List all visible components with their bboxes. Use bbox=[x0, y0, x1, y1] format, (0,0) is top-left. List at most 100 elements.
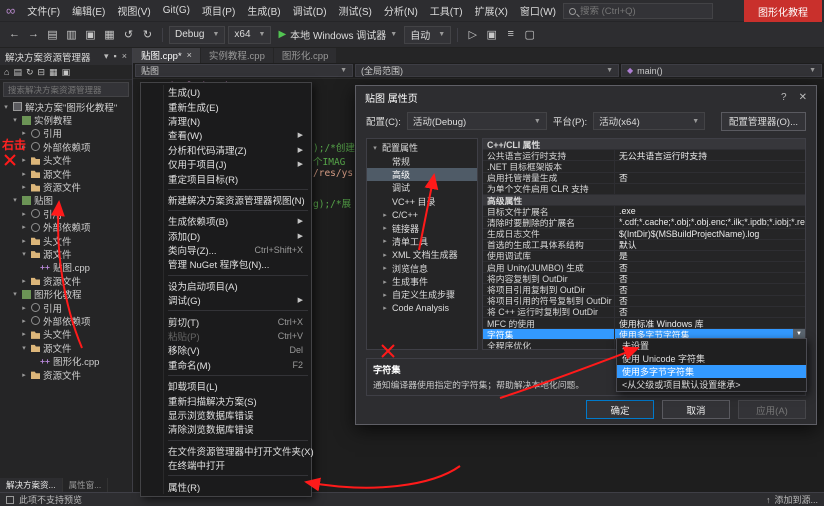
close-icon[interactable]: ✕ bbox=[799, 92, 807, 103]
context-menu-item[interactable]: 显示浏览数据库错误 bbox=[141, 408, 311, 422]
editor-tab[interactable]: 贴图.cpp* × bbox=[133, 46, 200, 63]
tree-arrow-icon[interactable]: ▸ bbox=[20, 277, 28, 285]
dialog-config-dropdown[interactable]: 活动(Debug) ▼ bbox=[406, 112, 547, 130]
tree-item[interactable]: ▸ 引用 bbox=[0, 207, 132, 221]
tree-arrow-icon[interactable]: ▾ bbox=[20, 250, 28, 258]
tree-item[interactable]: ▸ 外部依赖项 bbox=[0, 221, 132, 234]
context-menu-item[interactable]: 属性(R) bbox=[141, 479, 311, 494]
dropdown-option[interactable]: 使用多字节字符集 bbox=[617, 365, 806, 378]
menubar-item[interactable]: 生成(B) bbox=[241, 0, 286, 21]
tree-item[interactable]: ▾ 图形化教程 bbox=[0, 287, 132, 301]
tree-arrow-icon[interactable]: ▸ bbox=[20, 210, 28, 218]
context-menu-item[interactable]: 调试(G) ▶ bbox=[141, 293, 311, 307]
find-icon[interactable]: ▢ bbox=[521, 28, 538, 41]
back-icon[interactable]: ← bbox=[6, 28, 23, 41]
tutorial-button[interactable]: 图形化教程 bbox=[744, 0, 822, 22]
tree-arrow-icon[interactable]: ▾ bbox=[11, 116, 19, 124]
property-row[interactable]: 启用 Unity(JUMBO) 生成否 bbox=[483, 262, 805, 274]
tree-item[interactable]: ▸ 引用 bbox=[0, 127, 132, 140]
tree-arrow-icon[interactable]: ▸ bbox=[20, 237, 28, 245]
filter-icon[interactable]: ▤ bbox=[13, 67, 22, 78]
tree-arrow-icon[interactable]: ▸ bbox=[20, 223, 28, 231]
dialog-tree-item[interactable]: ▸ XML 文档生成器 bbox=[367, 248, 477, 261]
menubar-item[interactable]: 测试(S) bbox=[333, 0, 378, 21]
dialog-tree-item[interactable]: ▸ 清单工具 bbox=[367, 235, 477, 248]
property-row[interactable]: 将内容复制到 OutDir 否 bbox=[483, 273, 805, 285]
solution-search-box[interactable] bbox=[3, 82, 129, 97]
tree-item[interactable]: ++ 图形化.cpp bbox=[0, 354, 132, 368]
tree-arrow-icon[interactable]: ▸ bbox=[20, 317, 28, 325]
tab-close-icon[interactable]: × bbox=[187, 50, 192, 60]
tree-item[interactable]: ▸ 外部依赖项 bbox=[0, 314, 132, 328]
tree-arrow-icon[interactable]: ▸ bbox=[20, 129, 28, 137]
tree-item[interactable]: ▸ 资源文件 bbox=[0, 180, 132, 194]
panel-tab[interactable]: 属性窗... bbox=[63, 478, 109, 492]
pin-icon[interactable]: ▪ bbox=[114, 51, 117, 62]
tree-arrow-icon[interactable]: ▸ bbox=[20, 156, 28, 164]
solution-config-dropdown[interactable]: Debug ▼ bbox=[169, 25, 226, 44]
tree-item[interactable]: ▾ 源文件 bbox=[0, 341, 132, 355]
property-row[interactable]: 将 C++ 运行时复制到 OutDir 否 bbox=[483, 306, 805, 318]
cancel-button[interactable]: 取消 bbox=[662, 400, 730, 419]
dialog-tree-item[interactable]: 常规 bbox=[367, 154, 477, 167]
context-menu-item[interactable]: 添加(D) ▶ bbox=[141, 229, 311, 243]
menubar-item[interactable]: 窗口(W) bbox=[514, 0, 562, 21]
property-row[interactable]: 使用调试库是 bbox=[483, 250, 805, 263]
solution-search-input[interactable] bbox=[8, 84, 124, 95]
property-row[interactable]: MFC 的使用 使用标准 Windows 库 bbox=[483, 318, 805, 330]
collapse-all-icon[interactable]: ⊟ bbox=[38, 67, 46, 78]
context-menu-item[interactable]: 设为启动项目(A) bbox=[141, 279, 311, 293]
dialog-tree-item[interactable]: ▾ 配置属性 bbox=[367, 141, 477, 154]
context-menu-item[interactable]: 生成依赖项(B) ▶ bbox=[141, 214, 311, 228]
platform-dropdown[interactable]: x64 ▼ bbox=[228, 25, 272, 44]
quick-launch-search[interactable] bbox=[563, 3, 713, 19]
menubar-item[interactable]: 编辑(E) bbox=[66, 0, 111, 21]
context-menu-item[interactable]: 仅用于项目(J) ▶ bbox=[141, 157, 311, 171]
tree-item[interactable]: ▸ 引用 bbox=[0, 301, 132, 314]
show-all-files-icon[interactable]: ▦ bbox=[49, 67, 58, 78]
redo-icon[interactable]: ↻ bbox=[139, 28, 156, 41]
tree-item[interactable]: ▾ 贴图 bbox=[0, 194, 132, 207]
tree-item[interactable]: ▸ 外部依赖项 bbox=[0, 140, 132, 154]
property-row[interactable]: 生成日志文件 $(IntDir)$(MSBuildProjectName).log bbox=[483, 228, 805, 240]
property-row[interactable]: 启用托管增量生成否 bbox=[483, 172, 805, 184]
context-menu-item[interactable]: 剪切(T) Ctrl+X bbox=[141, 314, 311, 329]
step-icon[interactable]: ≡ bbox=[502, 28, 519, 41]
context-menu-item[interactable]: 清理(N) bbox=[141, 114, 311, 128]
tree-item[interactable]: ▾ 解决方案"图形化教程" bbox=[0, 100, 132, 113]
dialog-tree-item[interactable]: ▸ 生成事件 bbox=[367, 275, 477, 288]
tree-item[interactable]: ▸ 头文件 bbox=[0, 154, 132, 167]
tree-arrow-icon[interactable]: ▸ bbox=[20, 330, 28, 338]
dialog-tree-item[interactable]: ▸ Code Analysis bbox=[367, 302, 477, 315]
dialog-titlebar[interactable]: 贴图 属性页 ? ✕ bbox=[356, 86, 816, 108]
type-scope-dropdown[interactable]: (全局范围) ▼ bbox=[355, 64, 619, 77]
project-scope-dropdown[interactable]: 贴图 ▼ bbox=[135, 64, 353, 77]
context-menu-item[interactable]: 在文件资源管理器中打开文件夹(X) bbox=[141, 444, 314, 458]
context-menu-item[interactable]: 类向导(Z)... Ctrl+Shift+X bbox=[141, 243, 311, 257]
menubar-item[interactable]: 扩展(X) bbox=[469, 0, 514, 21]
property-row[interactable]: 将项目引用的符号复制到 OutDir 否 bbox=[483, 295, 805, 307]
member-dropdown[interactable]: ◆ main() ▼ bbox=[621, 64, 822, 77]
tree-arrow-icon[interactable]: ▸ bbox=[20, 371, 28, 379]
property-row[interactable]: 首选的生成工具体系结构 默认 bbox=[483, 239, 805, 251]
tree-item[interactable]: ++ 贴图.cpp bbox=[0, 261, 132, 274]
menubar-item[interactable]: 工具(T) bbox=[424, 0, 469, 21]
dialog-tree-item[interactable]: 高级 bbox=[367, 167, 477, 182]
break-icon[interactable]: ▣ bbox=[483, 28, 500, 41]
dropdown-option[interactable]: 使用 Unicode 字符集 bbox=[617, 352, 806, 365]
editor-tab[interactable]: 实例教程.cpp bbox=[200, 46, 273, 63]
dialog-tree-item[interactable]: ▸ 浏览信息 bbox=[367, 262, 477, 275]
dialog-tree-item[interactable]: 调试 bbox=[367, 181, 477, 194]
tree-item[interactable]: ▾ 实例教程 bbox=[0, 113, 132, 127]
close-icon[interactable]: × bbox=[122, 51, 127, 62]
context-menu-item[interactable]: 移除(V) Del bbox=[141, 343, 311, 357]
configuration-manager-button[interactable]: 配置管理器(O)... bbox=[720, 111, 806, 131]
tree-arrow-icon[interactable]: ▸ bbox=[20, 183, 28, 191]
menubar-item[interactable]: 文件(F) bbox=[21, 0, 66, 21]
undo-icon[interactable]: ↺ bbox=[120, 28, 137, 41]
open-file-icon[interactable]: ▥ bbox=[63, 28, 80, 41]
dialog-tree-item[interactable]: VC++ 目录 bbox=[367, 195, 477, 208]
ok-button[interactable]: 确定 bbox=[586, 400, 654, 419]
dialog-platform-dropdown[interactable]: 活动(x64) ▼ bbox=[593, 112, 706, 130]
editor-tab[interactable]: 图形化.cpp bbox=[273, 46, 337, 63]
